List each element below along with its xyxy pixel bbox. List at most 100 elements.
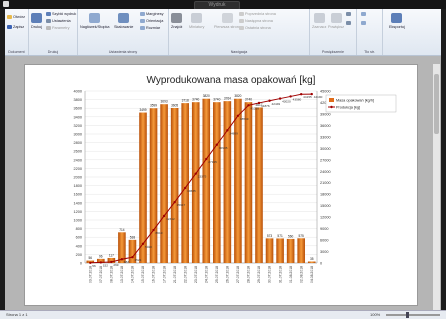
y-tick-label-right: 9000	[320, 227, 328, 231]
prev-page-button[interactable]: Poprzednia strona	[239, 12, 276, 16]
x-tick-label: 26.07.2018	[226, 266, 230, 283]
page-color-icon	[361, 12, 366, 16]
line-point	[289, 95, 292, 98]
select-button[interactable]: Zaznacz	[312, 13, 326, 29]
chart: Wyprodukowana masa opakowań [kg] 0 200 400 6…	[74, 75, 397, 283]
group-export: Eksportuj	[383, 9, 413, 55]
line-data-label: 12312	[166, 217, 175, 221]
orientation-icon	[140, 19, 145, 23]
bar	[149, 108, 158, 263]
thumbnails-button[interactable]: Miniatury	[189, 13, 204, 29]
folder-icon	[7, 15, 12, 19]
x-tick-label: 16.07.2018	[152, 266, 156, 283]
last-page-button[interactable]: Ostatnia strona	[239, 26, 271, 30]
open-button[interactable]: Otwórz	[7, 15, 25, 19]
line-data-label: 23375	[198, 175, 207, 179]
orientation-button[interactable]: Orientacja	[140, 19, 163, 23]
x-tick-label: 25.07.2018	[215, 266, 219, 283]
y-tick-label-left: 3200	[74, 124, 82, 128]
y-tick-label-left: 1400	[74, 201, 82, 205]
title-bar: Wydruk	[0, 0, 446, 10]
next-page-button[interactable]: Następna strona	[239, 19, 273, 23]
y-tick-label-left: 1600	[74, 193, 82, 197]
scaling-button[interactable]: Skalowanie	[114, 13, 133, 29]
y-tick-label-right: 36000	[320, 124, 331, 128]
x-tick-label: 27.07.2018	[236, 266, 240, 283]
quick-print-button[interactable]: Szybki wydruk	[46, 12, 76, 16]
size-button[interactable]: Rozmiar	[140, 26, 160, 30]
page-color-button[interactable]	[361, 12, 367, 16]
first-page-button[interactable]: Pierwsza strona	[214, 13, 241, 29]
line-data-label: 41259	[250, 106, 259, 110]
vertical-scrollbar[interactable]	[433, 64, 440, 310]
bar-data-label: 96	[99, 254, 103, 258]
app-icon[interactable]	[3, 1, 9, 7]
line-point	[226, 129, 229, 132]
header-footer-button[interactable]: Nagłówek/Stopka	[80, 13, 110, 29]
x-tick-label: 04.08.2018	[310, 266, 314, 283]
line-data-label: 56	[92, 264, 96, 268]
y-tick-label-left: 1800	[74, 184, 82, 188]
y-tick-label-left: 800	[76, 227, 82, 231]
bar	[276, 238, 284, 263]
line-point	[257, 101, 261, 105]
y-tick-label-right: 18000	[320, 193, 331, 197]
margins-icon	[140, 12, 145, 16]
bar	[160, 104, 168, 263]
line-point	[152, 228, 155, 232]
export-button[interactable]: Eksportuj	[389, 13, 405, 29]
bar-data-label: 571	[277, 234, 283, 238]
bar-data-label: 538	[130, 235, 136, 239]
y-tick-label-right: 27000	[320, 158, 331, 162]
bar-data-label: 714	[119, 228, 125, 232]
line-data-label: 41876	[261, 104, 270, 108]
group-navigation: Znajdź Miniatury Pierwsza strona Poprzed…	[169, 9, 310, 55]
y-tick-label-left: 2800	[74, 141, 82, 145]
zoom-out-button[interactable]	[346, 21, 352, 25]
legend-label-line: Produkcja [kg]	[336, 106, 360, 110]
find-button[interactable]: Znajdź	[171, 13, 182, 29]
y-tick-label-left: 1000	[74, 219, 82, 223]
save-button[interactable]: Zapisz	[7, 25, 24, 29]
line-data-label: 34699	[229, 131, 238, 135]
group-label: Powiększenie	[322, 50, 344, 54]
params-button[interactable]: Parametry	[46, 26, 70, 30]
zoom-out-icon	[346, 21, 351, 25]
legend-swatch-bars	[329, 98, 334, 102]
line-data-label: 983	[124, 260, 129, 264]
x-tick-label: 22.07.2018	[183, 266, 187, 283]
zoom-level: 100%	[370, 312, 381, 317]
bar-data-label: 3740	[213, 98, 220, 102]
zoom-slider-knob[interactable]	[406, 312, 409, 318]
margins-button[interactable]: Marginesy	[140, 12, 164, 16]
zoom-in-button[interactable]	[346, 12, 352, 16]
group-label: Drukuj	[47, 50, 59, 54]
bar-data-label: 575	[299, 234, 305, 238]
y-tick-label-left: 0	[80, 262, 82, 266]
bar	[223, 101, 232, 263]
first-page-icon	[222, 13, 233, 23]
print-settings-button[interactable]: Ustawienia	[46, 19, 71, 23]
bar	[213, 102, 221, 264]
bar-data-label: 3764	[224, 97, 231, 101]
line-point	[183, 186, 187, 190]
line-data-label: 44190	[314, 95, 323, 99]
line-point	[278, 97, 282, 100]
zoom-slider[interactable]	[386, 312, 440, 318]
line-data-label: 269	[113, 263, 118, 267]
scroll-thumb[interactable]	[434, 74, 439, 134]
print-button[interactable]: Drukuj	[31, 13, 42, 29]
line-point	[110, 260, 113, 264]
watermark-button[interactable]	[361, 21, 367, 25]
export-icon	[391, 13, 403, 23]
bar	[307, 261, 316, 263]
x-tick-label: 07.07.2018	[99, 266, 103, 283]
y-tick-label-left: 3800	[74, 98, 82, 102]
line-point	[299, 93, 303, 96]
line-data-label: 27195	[208, 160, 217, 164]
cursor-icon	[313, 13, 325, 23]
line-data-label: 8619	[156, 231, 163, 235]
zoom-button[interactable]: Powiększ	[328, 13, 344, 29]
x-tick-label: 08.07.2018	[110, 266, 114, 283]
bar	[244, 102, 253, 264]
